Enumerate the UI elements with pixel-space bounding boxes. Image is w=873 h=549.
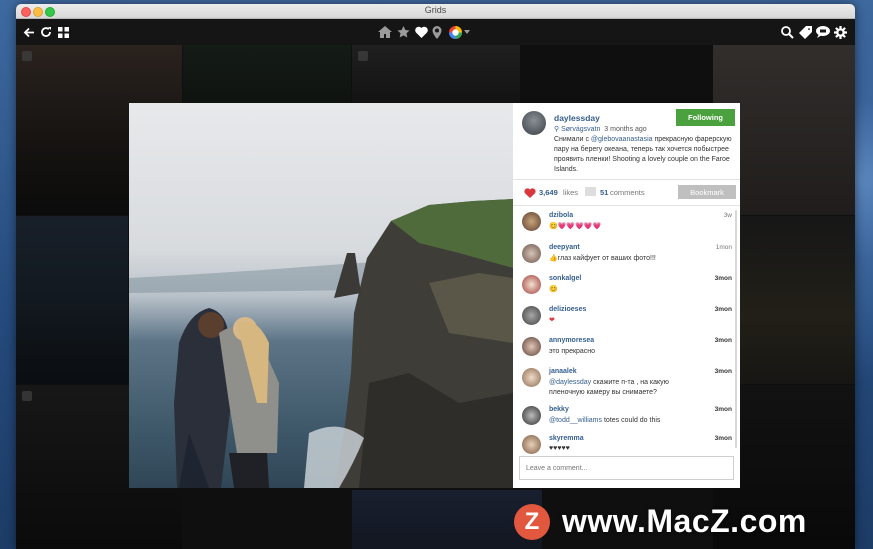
window-title: Grids: [424, 5, 447, 15]
heart-icon[interactable]: [413, 19, 429, 45]
search-icon[interactable]: [779, 19, 795, 45]
account-avatar-icon[interactable]: [447, 19, 463, 45]
comment-text: ❤: [549, 317, 555, 324]
dropdown-caret-icon[interactable]: [463, 19, 471, 45]
post-location[interactable]: ⚲ Sørvágsvatn 3 months ago: [554, 125, 647, 133]
post-photo: [129, 103, 513, 488]
comment-item: delizioeses ❤ 3mon: [513, 304, 740, 335]
location-pin-icon[interactable]: [430, 19, 444, 45]
comment-item: annymoresea это прекрасно 3mon: [513, 335, 740, 366]
comment-item: dzibola 😊💗💗💗💗💗 3w: [513, 210, 740, 241]
avatar[interactable]: [522, 212, 541, 231]
watermark-logo: Z: [514, 504, 550, 540]
back-arrow-icon[interactable]: [22, 19, 36, 45]
avatar[interactable]: [522, 111, 546, 135]
comment-username[interactable]: delizioeses: [549, 306, 586, 313]
comment-mention-link[interactable]: @daylessday: [549, 379, 591, 386]
watermark-text: www.MacZ.com: [562, 503, 807, 539]
comment-username[interactable]: bekky: [549, 406, 569, 413]
comment-username[interactable]: annymoresea: [549, 337, 594, 344]
avatar[interactable]: [522, 275, 541, 294]
watermark: Z www.MacZ.com: [514, 502, 864, 544]
likes-count: 3,649: [539, 188, 558, 197]
post-stats-bar: 3,649 likes 51 comments Bookmark: [513, 180, 740, 206]
comment-time: 3mon: [714, 435, 732, 442]
message-bubble-icon[interactable]: [815, 19, 831, 45]
comment-time: 3mon: [714, 368, 732, 375]
comment-input[interactable]: [519, 456, 734, 480]
comment-text: 😊: [549, 286, 558, 293]
avatar[interactable]: [522, 368, 541, 387]
post-detail-panel: daylessday ⚲ Sørvágsvatn 3 months ago Сн…: [513, 103, 740, 488]
comment-text: @daylessday скажите п-та , на какую плен…: [549, 378, 699, 397]
comment-item: bekky @todd__williams totes could do thi…: [513, 404, 740, 435]
app-window: Grids daylessday ⚲ Sørvágsvatn 3 months …: [16, 4, 855, 549]
post-lightbox: daylessday ⚲ Sørvágsvatn 3 months ago Сн…: [129, 103, 740, 488]
comment-item: janaalek @daylessday скажите п-та , на к…: [513, 366, 740, 404]
star-icon[interactable]: [395, 19, 411, 45]
comments-list: dzibola 😊💗💗💗💗💗 3w deepyant 👍глаз кайфует…: [513, 206, 740, 455]
comment-text: 😊💗💗💗💗💗: [549, 223, 602, 230]
comments-count: 51: [600, 188, 609, 197]
comment-item: sonkalgel 😊 3mon: [513, 273, 740, 304]
comment-body: totes could do this: [602, 417, 661, 424]
likes-label: likes: [563, 188, 579, 197]
comment-time: 3w: [723, 212, 732, 219]
caption-prefix: Снимали с: [554, 136, 591, 143]
avatar[interactable]: [522, 337, 541, 356]
following-button[interactable]: Following: [676, 109, 735, 126]
post-header: daylessday ⚲ Sørvágsvatn 3 months ago Сн…: [513, 103, 740, 180]
comment-icon[interactable]: [585, 187, 596, 196]
comment-time: 3mon: [714, 275, 732, 282]
avatar[interactable]: [522, 306, 541, 325]
avatar[interactable]: [522, 435, 541, 454]
comment-time: 3mon: [714, 337, 732, 344]
refresh-icon[interactable]: [39, 19, 53, 45]
comment-time: 1mon: [715, 244, 732, 251]
avatar[interactable]: [522, 244, 541, 263]
comments-scrollbar[interactable]: [735, 210, 737, 448]
comment-text: это прекрасно: [549, 348, 596, 355]
tag-icon[interactable]: [797, 19, 813, 45]
comment-item: deepyant 👍глаз кайфует от ваших фото!!! …: [513, 242, 740, 273]
bookmark-button[interactable]: Bookmark: [678, 185, 736, 199]
title-bar: Grids: [16, 4, 855, 19]
like-heart-icon[interactable]: [524, 188, 536, 198]
comment-time: 3mon: [714, 406, 732, 413]
avatar[interactable]: [522, 406, 541, 425]
grid-view-icon[interactable]: [57, 19, 69, 45]
comment-username[interactable]: sonkalgel: [549, 275, 581, 282]
comment-username[interactable]: deepyant: [549, 244, 580, 251]
comments-label: comments: [610, 188, 645, 197]
comment-username[interactable]: dzibola: [549, 212, 573, 219]
post-caption: Снимали с @glebovaanastasia прекрасную ф…: [554, 135, 734, 175]
post-username[interactable]: daylessday: [554, 113, 600, 123]
toolbar: [16, 19, 855, 45]
location-name[interactable]: Sørvágsvatn: [561, 126, 600, 133]
gear-icon[interactable]: [832, 19, 848, 45]
comment-time: 3mon: [714, 306, 732, 313]
comment-text: ♥♥♥♥♥: [549, 445, 570, 452]
comment-username[interactable]: janaalek: [549, 368, 577, 375]
comment-item: skyremma ♥♥♥♥♥ 3mon: [513, 433, 740, 455]
location-pin-icon: ⚲: [554, 126, 560, 133]
comment-text: @todd__williams totes could do this: [549, 416, 699, 426]
post-time: 3 months ago: [604, 126, 647, 133]
home-icon[interactable]: [377, 19, 393, 45]
caption-mention-link[interactable]: @glebovaanastasia: [591, 136, 653, 143]
comment-mention-link[interactable]: @todd__williams: [549, 417, 602, 424]
comment-text: 👍глаз кайфует от ваших фото!!!: [549, 255, 656, 262]
comment-username[interactable]: skyremma: [549, 435, 584, 442]
